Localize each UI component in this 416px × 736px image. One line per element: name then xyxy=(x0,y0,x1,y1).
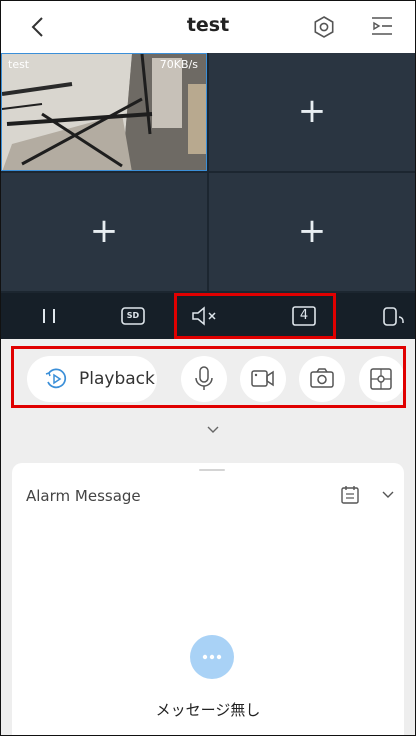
bitrate-label: 70KB/s xyxy=(159,58,198,71)
alarm-panel: Alarm Message メッセージ無し xyxy=(12,463,404,735)
page-title: test xyxy=(186,14,230,36)
video-slot-1[interactable]: test 70KB/s xyxy=(1,53,207,171)
empty-message: メッセージ無し xyxy=(155,701,261,719)
settings-icon[interactable] xyxy=(311,14,337,40)
add-channel-plus[interactable]: + xyxy=(1,211,207,251)
drag-handle[interactable] xyxy=(199,469,225,471)
calendar-icon[interactable] xyxy=(340,485,360,505)
expand-chevron-icon[interactable] xyxy=(206,425,220,435)
quality-sd-button[interactable]: SD xyxy=(119,303,147,329)
playlist-menu-icon[interactable] xyxy=(369,14,395,40)
camera-feed-image xyxy=(2,54,206,170)
add-channel-plus[interactable]: + xyxy=(209,91,415,131)
highlight-control-group xyxy=(174,293,336,339)
chat-bubble-icon xyxy=(190,635,234,679)
quality-label: SD xyxy=(126,311,140,320)
app-frame: test test 70KB/s + + + SD 4 Playback Ala… xyxy=(0,0,416,736)
channel-name: test xyxy=(8,58,30,71)
top-bar: test xyxy=(1,1,415,53)
video-slot-4[interactable]: + xyxy=(209,173,415,291)
video-slot-3[interactable]: + xyxy=(1,173,207,291)
video-grid: test 70KB/s + + + xyxy=(1,53,415,293)
rotate-screen-icon[interactable] xyxy=(381,303,407,329)
video-slot-2[interactable]: + xyxy=(209,53,415,171)
chat-dots-icon xyxy=(202,654,222,660)
alarm-title: Alarm Message xyxy=(26,487,141,505)
highlight-action-row xyxy=(11,346,406,408)
chevron-down-icon[interactable] xyxy=(382,491,394,499)
add-channel-plus[interactable]: + xyxy=(209,211,415,251)
pause-icon[interactable] xyxy=(39,303,59,329)
